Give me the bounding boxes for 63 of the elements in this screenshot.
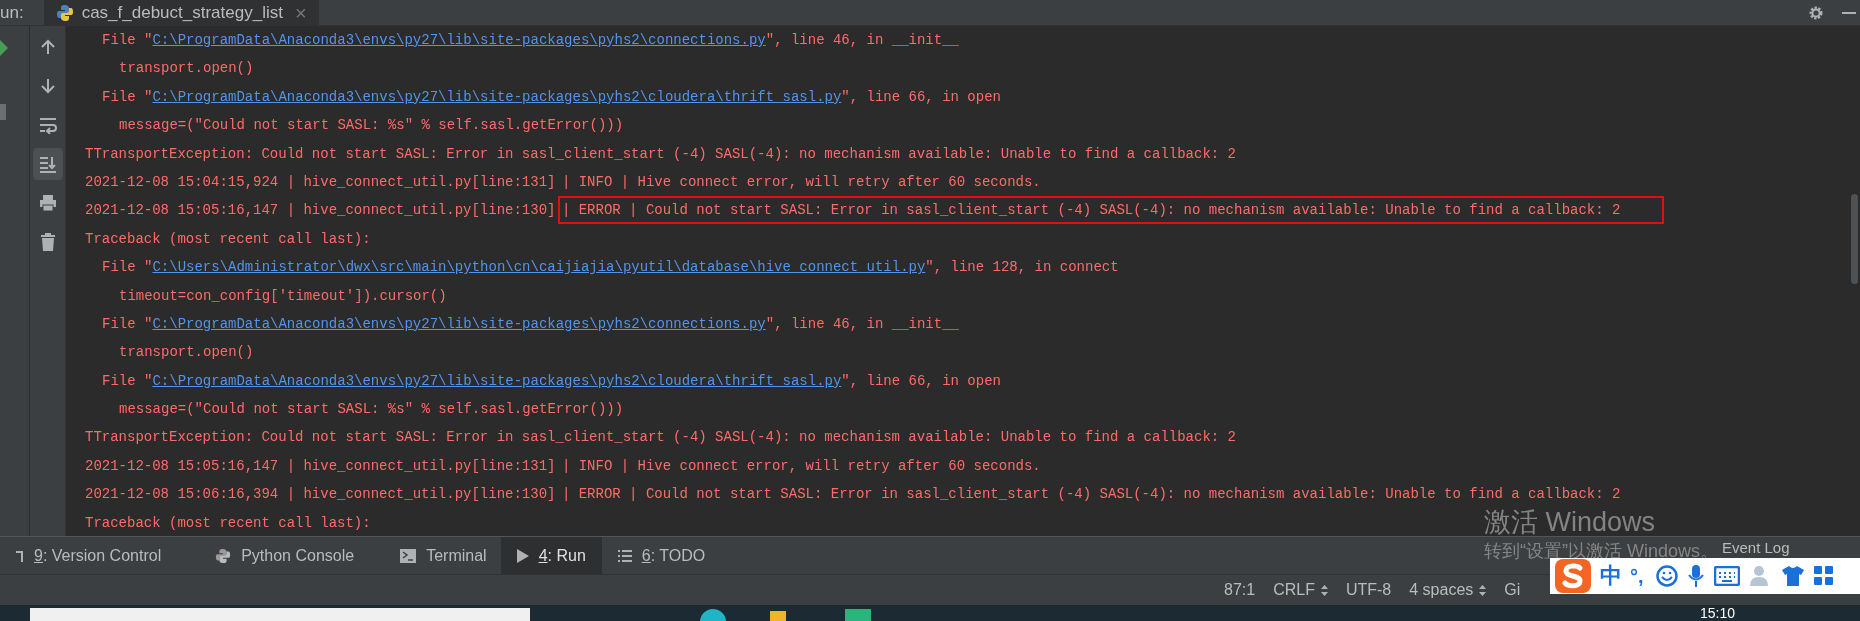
code-line: timeout=con_config['timeout']).cursor() (118, 287, 447, 304)
punctuation-toggle[interactable]: °, (1630, 563, 1648, 589)
tool-window-tab[interactable]: 4: Run (500, 537, 602, 574)
file-link[interactable]: C:\ProgramData\Anaconda3\envs\py27\lib\site-packages\pyhs2\cloudera\thrift_sasl.py (152, 88, 842, 105)
list-icon (617, 549, 632, 562)
log-text: | ERROR | Could not start SASL: Error in sasl_client_start (-4) SASL(-4): no mechanism available: Unable to find a callback: 2 (560, 485, 1622, 505)
scrollbar-thumb[interactable] (1851, 194, 1858, 284)
log-text: | INFO | Hive connect error, will retry after 60 seconds. (560, 172, 1042, 192)
status-dropdown[interactable]: CRLF (1273, 578, 1328, 602)
log-text: 2021-12-08 15:06:16,394 | hive_connect_util.py[line:130] (85, 486, 557, 503)
log-text: 2021-12-08 15:05:16,147 | hive_connect_util.py[line:131] (85, 457, 557, 474)
close-icon[interactable]: × (290, 0, 307, 28)
python-icon (55, 3, 74, 22)
settings-icon[interactable] (1808, 4, 1824, 21)
traceback-line: File "C:\ProgramData\Anaconda3\envs\py27\lib\site-packages\pyhs2\connections.py", line 46, in __init__ (101, 32, 959, 48)
play-icon (516, 548, 529, 563)
code-line: transport.open() (118, 60, 254, 77)
code-line: message=("Could not start SASL: %s" % self.sasl.getError())) (118, 117, 624, 134)
terminal-icon (400, 548, 417, 563)
file-link[interactable]: C:\Users\Administrator\dwx\src\main\python\cn\caijiajia\pyutil\database\hive_connect_util.py (152, 259, 926, 276)
scroll-to-end-icon[interactable] (32, 148, 63, 180)
minimize-icon[interactable] (1842, 11, 1856, 14)
traceback-line: File "C:\ProgramData\Anaconda3\envs\py27\lib\site-packages\pyhs2\cloudera\thrift_sasl.py", line 66, in open (101, 88, 1001, 105)
code-line: message=("Could not start SASL: %s" % self.sasl.getError())) (118, 401, 624, 418)
file-link[interactable]: C:\ProgramData\Anaconda3\envs\py27\lib\site-packages\pyhs2\connections.py (152, 32, 766, 48)
shirt-icon[interactable] (1781, 565, 1804, 587)
log-text: 2021-12-08 15:04:15,924 | hive_connect_util.py[line:131] (85, 173, 557, 190)
tool-window-tab[interactable]: Terminal (384, 537, 501, 574)
tool-window-tab[interactable]: 6: TODO (601, 537, 722, 574)
activation-title: 激活 Windows (1484, 506, 1656, 538)
status-item[interactable]: Gi (1504, 578, 1521, 602)
traceback-line: File "C:\Users\Administrator\dwx\src\main\python\cn\caijiajia\pyutil\database\hive_connect_util.py", line 128, in connect (101, 259, 1119, 276)
file-tab[interactable]: cas_f_debuct_strategy_list × (43, 0, 319, 25)
status-item[interactable]: 87:1 (1224, 578, 1256, 602)
up-down-arrows-icon (1479, 584, 1487, 596)
highlighted-log-text: | ERROR | Could not start SASL: Error in sasl_client_start (-4) SASL(-4): no mechanism available: Unable to find a callback: 2 (557, 196, 1665, 225)
event-log-link[interactable]: Event Log (1722, 539, 1790, 557)
status-item[interactable]: UTF-8 (1345, 578, 1392, 602)
keyboard-icon[interactable] (1713, 566, 1740, 586)
clock-time: 15:10 (1700, 605, 1736, 621)
input-mode-toggle[interactable]: 中 (1600, 563, 1622, 589)
tool-window-tab[interactable]: 9: Version Control (0, 537, 200, 574)
console-line: Traceback (most recent call last): (85, 230, 371, 247)
microphone-icon[interactable] (1687, 564, 1704, 588)
console-line: TTransportException: Could not start SASL: Error in sasl_client_start (-4) SASL(-4): no mechanism available: Unable to find a callback: 2 (85, 145, 1236, 162)
log-text: 2021-12-08 15:05:16,147 | hive_connect_util.py[line:130] (85, 202, 557, 219)
traceback-line: File "C:\ProgramData\Anaconda3\envs\py27\lib\site-packages\pyhs2\connections.py", line 46, in __init__ (101, 315, 959, 332)
up-down-arrows-icon (1320, 584, 1328, 596)
run-label: un: (0, 2, 25, 24)
smiley-icon[interactable] (1655, 565, 1678, 587)
file-link[interactable]: C:\ProgramData\Anaconda3\envs\py27\lib\site-packages\pyhs2\connections.py (152, 315, 766, 332)
python-icon (215, 547, 232, 564)
grid-icon[interactable] (1813, 566, 1834, 586)
console-line: TTransportException: Could not start SASL: Error in sasl_client_start (-4) SASL(-4): no mechanism available: Unable to find a callback: 2 (85, 429, 1236, 446)
input-method-logo-icon[interactable] (1554, 558, 1592, 594)
tool-window-tab[interactable]: Python Console (199, 537, 385, 574)
code-line: transport.open() (118, 344, 254, 361)
play-icon[interactable] (0, 40, 8, 56)
status-dropdown[interactable]: 4 spaces (1409, 578, 1487, 602)
log-text: | INFO | Hive connect error, will retry after 60 seconds. (560, 456, 1042, 476)
console-line: Traceback (most recent call last): (85, 514, 371, 531)
file-link[interactable]: C:\ProgramData\Anaconda3\envs\py27\lib\site-packages\pyhs2\cloudera\thrift_sasl.py (152, 372, 842, 389)
traceback-line: File "C:\ProgramData\Anaconda3\envs\py27\lib\site-packages\pyhs2\cloudera\thrift_sasl.py", line 66, in open (101, 372, 1001, 389)
